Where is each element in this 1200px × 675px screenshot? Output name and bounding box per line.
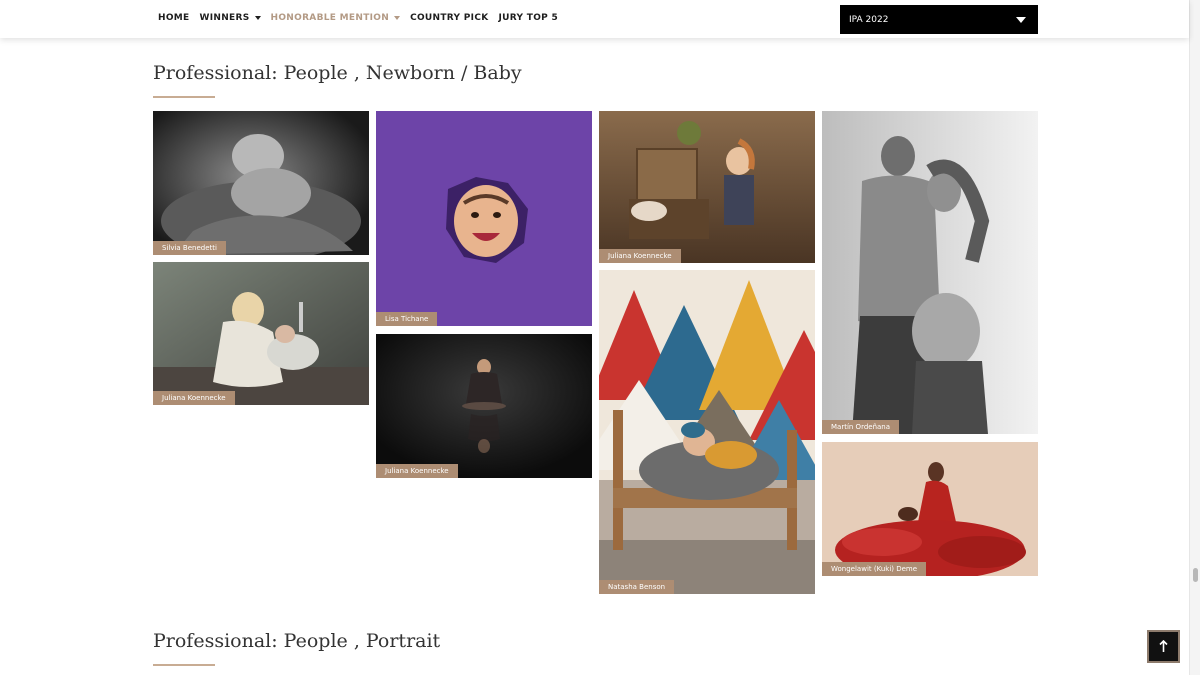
photo-card[interactable]: Juliana Koennecke	[599, 111, 815, 263]
page-scrollbar[interactable]	[1189, 0, 1200, 675]
photo-card[interactable]: Natasha Benson	[599, 270, 815, 594]
back-to-top-button[interactable]	[1147, 630, 1180, 663]
photo-card[interactable]: Wongelawit (Kuki) Deme	[822, 442, 1038, 576]
caret-down-icon	[1016, 17, 1026, 23]
nav-home-label: HOME	[158, 13, 190, 23]
top-nav-bar: HOME WINNERS HONORABLE MENTION COUNTRY P…	[0, 0, 1189, 38]
scrollbar-thumb[interactable]	[1193, 568, 1198, 582]
photo-image	[376, 334, 592, 478]
main-nav: HOME WINNERS HONORABLE MENTION COUNTRY P…	[158, 13, 558, 23]
nav-winners[interactable]: WINNERS	[200, 13, 261, 23]
nav-country-pick-label: COUNTRY PICK	[410, 13, 489, 23]
chevron-down-icon	[254, 16, 261, 20]
photo-credit: Juliana Koennecke	[599, 249, 681, 263]
arrow-up-icon	[1159, 640, 1168, 652]
photo-credit: Martín Ordeñana	[822, 420, 900, 434]
photo-image	[599, 111, 815, 263]
nav-jury-top-5[interactable]: JURY TOP 5	[499, 13, 559, 23]
photo-card[interactable]: Juliana Koennecke	[376, 334, 592, 478]
nav-home[interactable]: HOME	[158, 13, 190, 23]
section-underline	[153, 664, 215, 666]
nav-honorable-mention-label: HONORABLE MENTION	[270, 13, 390, 23]
photo-image	[599, 270, 815, 594]
year-select-value: IPA 2022	[849, 15, 889, 25]
section-title-newborn: Professional: People , Newborn / Baby	[153, 62, 522, 84]
section-underline	[153, 96, 215, 98]
photo-image	[376, 111, 592, 326]
nav-honorable-mention[interactable]: HONORABLE MENTION	[271, 13, 401, 23]
nav-country-pick[interactable]: COUNTRY PICK	[410, 13, 488, 23]
photo-credit: Lisa Tichane	[376, 312, 438, 326]
photo-image	[822, 442, 1038, 576]
photo-image	[822, 111, 1038, 434]
photo-image	[153, 111, 369, 255]
photo-credit: Natasha Benson	[599, 580, 675, 594]
photo-credit: Juliana Koennecke	[376, 464, 458, 478]
photo-credit: Silvia Benedetti	[153, 241, 226, 255]
chevron-down-icon	[394, 16, 401, 20]
photo-card[interactable]: Juliana Koennecke	[153, 262, 369, 405]
photo-credit: Wongelawit (Kuki) Deme	[822, 562, 927, 576]
photo-card[interactable]: Martín Ordeñana	[822, 111, 1038, 434]
photo-card[interactable]: Silvia Benedetti	[153, 111, 369, 255]
photo-credit: Juliana Koennecke	[153, 391, 235, 405]
photo-card[interactable]: Lisa Tichane	[376, 111, 592, 326]
year-select[interactable]: IPA 2022	[840, 5, 1038, 34]
nav-winners-label: WINNERS	[199, 13, 250, 23]
nav-jury-top-5-label: JURY TOP 5	[498, 13, 559, 23]
section-title-portrait: Professional: People , Portrait	[153, 630, 441, 652]
photo-image	[153, 262, 369, 405]
